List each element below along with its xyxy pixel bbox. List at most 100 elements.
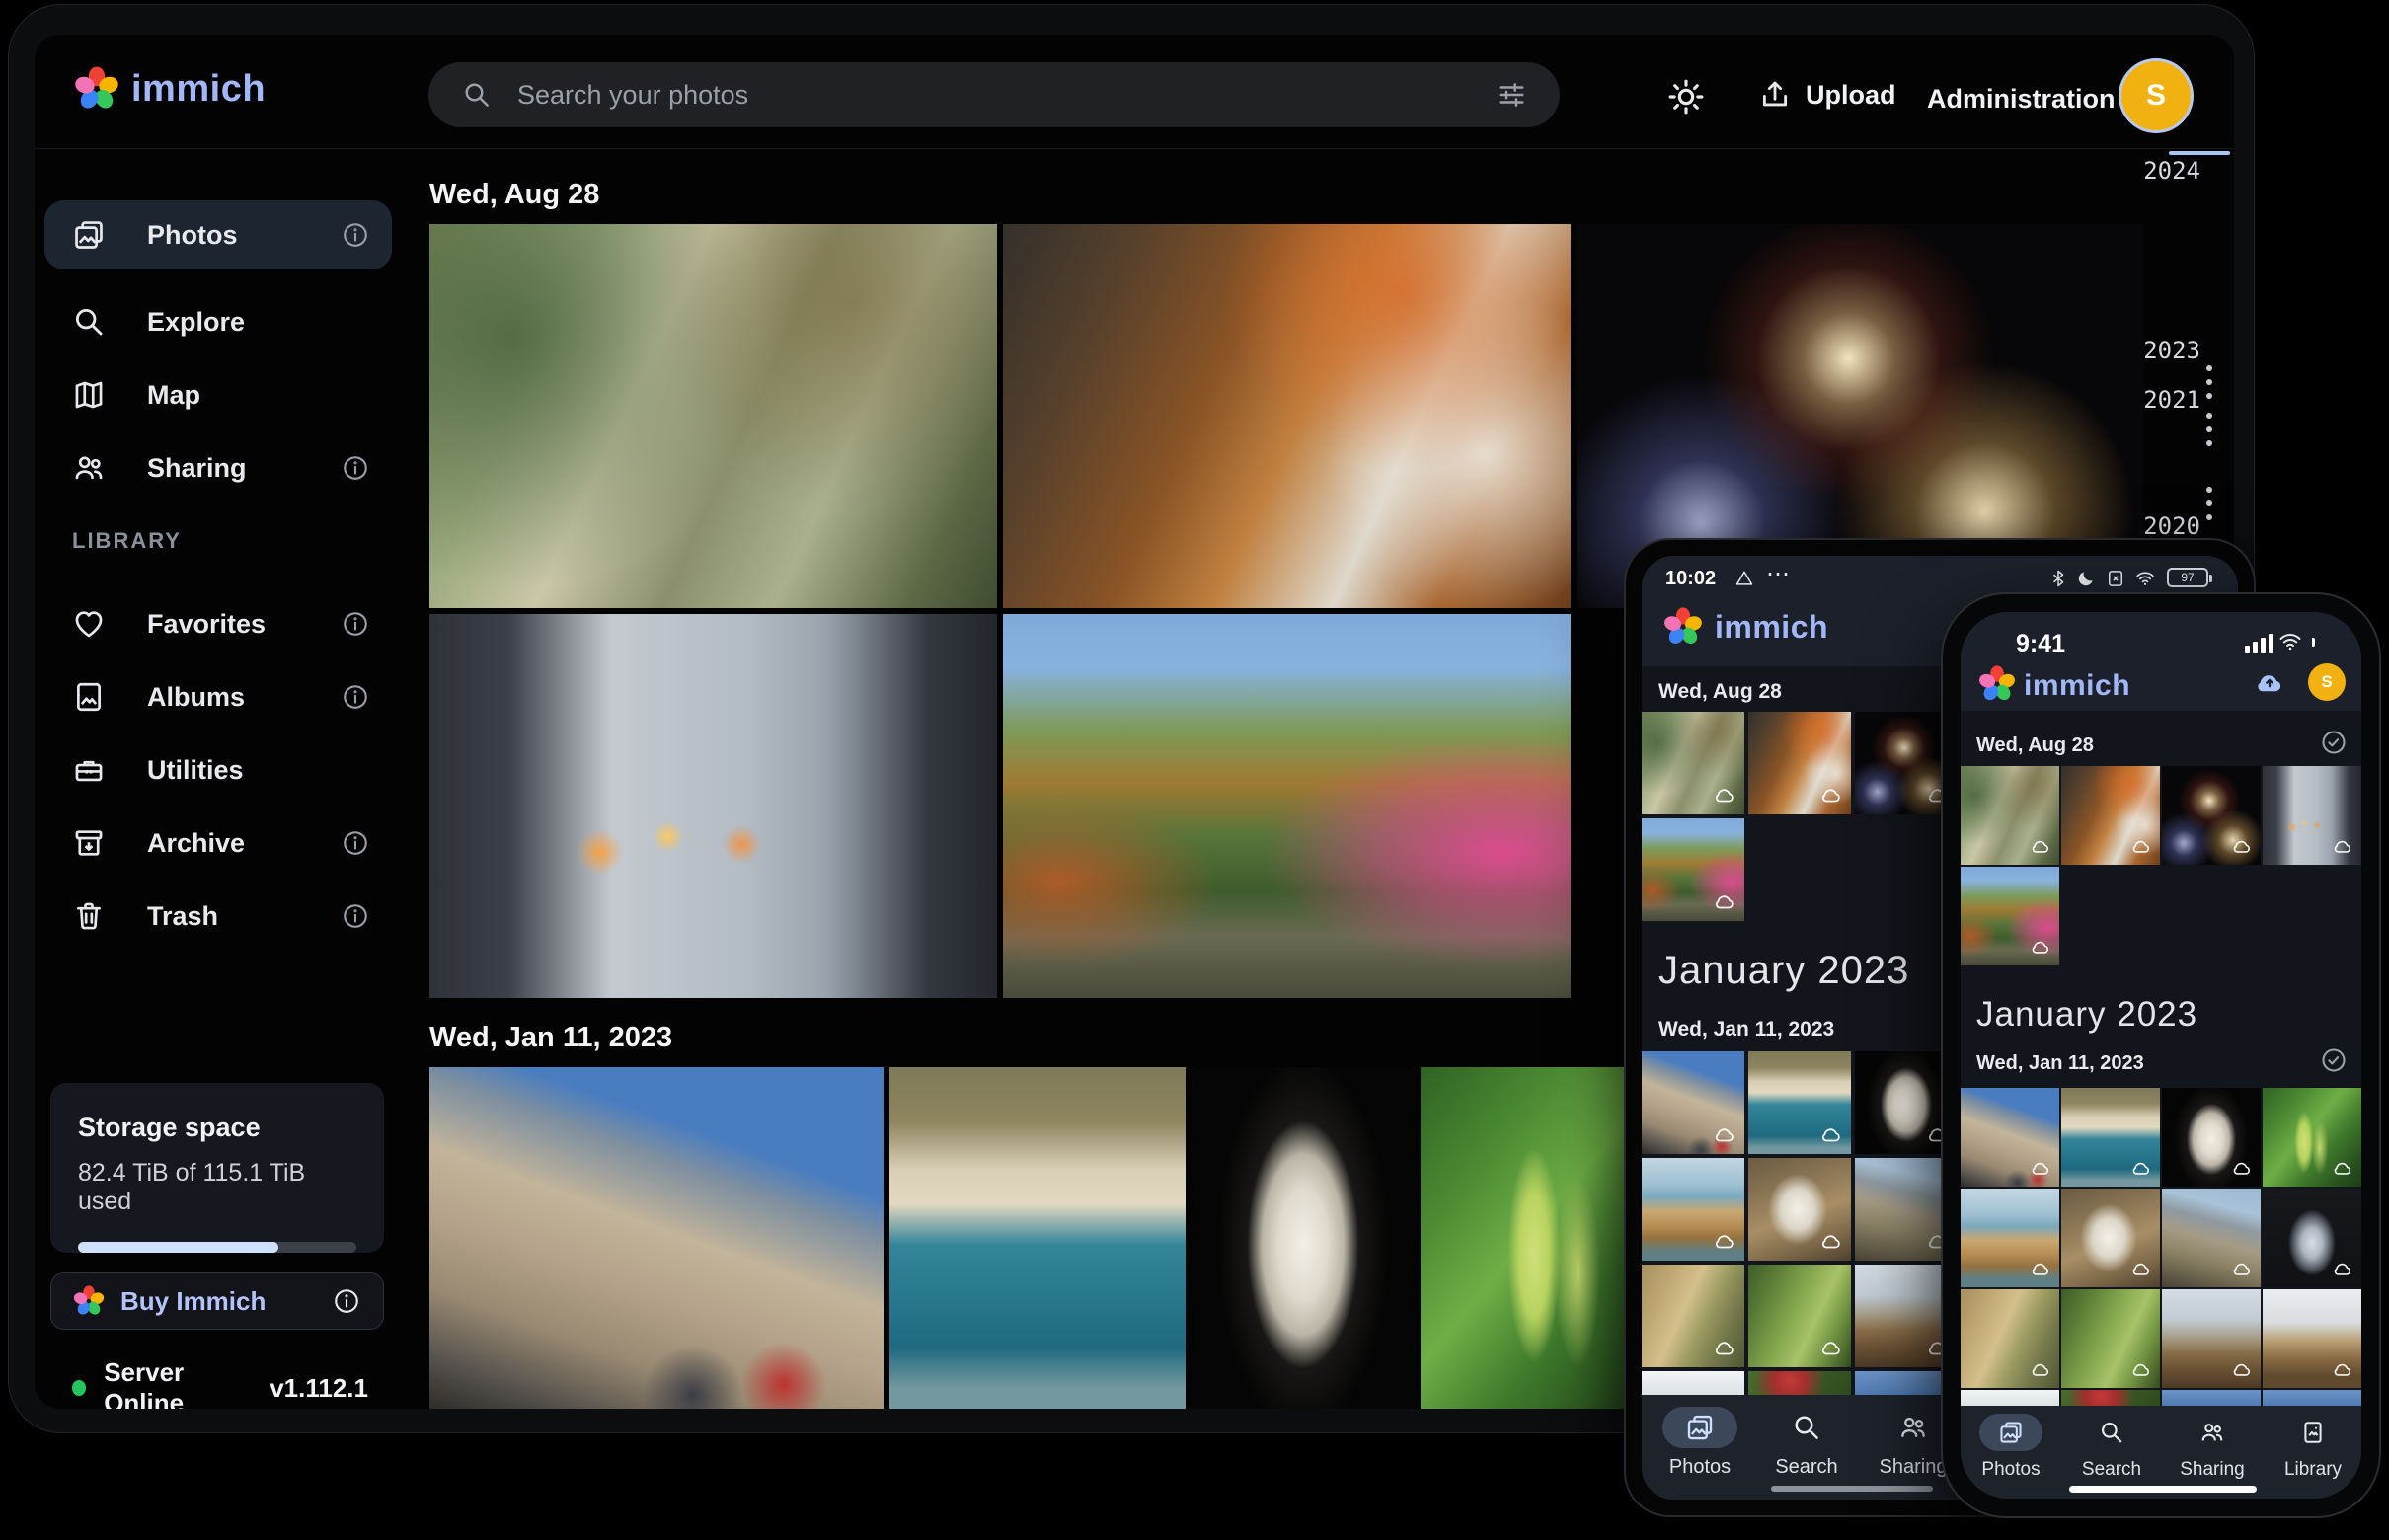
search-bar[interactable] [428, 62, 1560, 127]
timeline-tick [2206, 440, 2212, 446]
explore-icon [72, 305, 106, 339]
sidebar-item-sharing[interactable]: Sharing [44, 433, 392, 502]
date-header-jan11: Wed, Jan 11, 2023 [429, 1022, 672, 1054]
storage-space-card: Storage space 82.4 TiB of 115.1 TiB used [50, 1083, 384, 1253]
sidebar-item-photos[interactable]: Photos [44, 200, 392, 270]
sidebar-item-explore[interactable]: Explore [44, 287, 392, 356]
thumb-holding-hands[interactable] [2263, 766, 2361, 865]
thumb-lizard-moss[interactable] [1748, 1265, 1851, 1367]
thumb-alpine-farm[interactable] [2263, 1289, 2361, 1388]
immich-flower-icon [1978, 665, 2016, 703]
sidebar-item-trash[interactable]: Trash [44, 882, 392, 951]
photo-holding-hands[interactable] [429, 614, 997, 998]
thumb-lizard-moss[interactable] [2061, 1289, 2160, 1388]
search-input[interactable] [517, 80, 1471, 111]
user-avatar[interactable]: S [2121, 61, 2191, 130]
thumb-castle-ruin[interactable] [2162, 1189, 2261, 1287]
thumb-partial[interactable] [1748, 1371, 1851, 1395]
thumb-fort-walls[interactable] [1961, 1088, 2059, 1187]
phone-nav-search[interactable]: Search [2057, 1414, 2166, 1481]
top-bar: immich Upload Administration S [35, 35, 2234, 149]
timeline-scrubber-indicator[interactable] [2169, 151, 2230, 155]
info-icon[interactable] [341, 901, 370, 931]
wifi-icon [2135, 569, 2155, 588]
thumb-winter-church[interactable] [2162, 1289, 2261, 1388]
thumb-lizard-rock[interactable] [1961, 1289, 2059, 1388]
timeline-year-2020[interactable]: 2020 [2141, 512, 2200, 540]
info-icon[interactable] [341, 828, 370, 858]
photo-fort-by-sea[interactable] [889, 1067, 1186, 1409]
sidebar-item-utilities[interactable]: Utilities [44, 735, 392, 805]
thumb-zoo-monkeys[interactable] [1642, 712, 1744, 814]
thumb-beach-cliff[interactable] [1961, 1189, 2059, 1287]
selected-nav-pill [1662, 1407, 1737, 1448]
user-avatar[interactable]: S [2308, 663, 2346, 701]
cloud-sync-icon [2130, 1258, 2152, 1279]
info-icon[interactable] [341, 609, 370, 639]
storage-progress-fill [78, 1242, 278, 1253]
thumb-partial[interactable] [2061, 1390, 2160, 1406]
sidebar-item-favorites[interactable]: Favorites [44, 589, 392, 658]
thumb-fort-by-sea[interactable] [2061, 1088, 2160, 1187]
sidebar-item-albums[interactable]: Albums [44, 662, 392, 732]
thumb-silver-stand[interactable] [2263, 1189, 2361, 1287]
tablet-nav-search[interactable]: Search [1752, 1407, 1861, 1479]
info-icon[interactable] [341, 682, 370, 712]
thumb-fort-walls[interactable] [1642, 1051, 1744, 1154]
cloud-sync-icon [2030, 1358, 2051, 1380]
thumb-partial[interactable] [1961, 1390, 2059, 1406]
administration-link[interactable]: Administration [1927, 84, 2116, 115]
cloud-sync-icon [1713, 889, 1736, 913]
timeline-tick [2206, 365, 2212, 371]
cloud-sync-icon [2231, 835, 2253, 857]
phone-date-header-jan11: Wed, Jan 11, 2023 [1976, 1052, 2144, 1075]
thumb-partial[interactable] [1642, 1371, 1744, 1395]
timeline-year-2021[interactable]: 2021 [2141, 386, 2200, 414]
tablet-nav-photos[interactable]: Photos [1646, 1407, 1754, 1479]
thumb-fireworks[interactable] [2162, 766, 2261, 865]
thumb-dinner-table[interactable] [1748, 712, 1851, 814]
phone-nav-library[interactable]: Library [2259, 1414, 2361, 1481]
photo-autumn-park[interactable] [1003, 614, 1571, 998]
upload-button[interactable]: Upload [1758, 78, 1896, 112]
phone-nav-sharing[interactable]: Sharing [2158, 1414, 2267, 1481]
thumb-autumn-park[interactable] [1642, 818, 1744, 921]
select-all-icon[interactable] [2320, 729, 2348, 756]
photos-icon [72, 218, 106, 252]
sidebar-item-archive[interactable]: Archive [44, 808, 392, 878]
thumb-marble-sculpture[interactable] [2162, 1088, 2261, 1187]
dnd-moon-icon [2076, 569, 2096, 588]
photo-zoo-monkeys[interactable] [429, 224, 997, 608]
info-icon[interactable] [341, 220, 370, 250]
archive-icon [72, 826, 106, 860]
cloud-backup-icon[interactable] [2253, 665, 2286, 699]
buy-immich-button[interactable]: Buy Immich [50, 1272, 384, 1330]
sidebar-item-map[interactable]: Map [44, 360, 392, 429]
photo-dinner-table[interactable] [1003, 224, 1571, 608]
info-icon[interactable] [341, 453, 370, 483]
info-icon[interactable] [332, 1286, 361, 1316]
thumb-stone-bust[interactable] [1748, 1158, 1851, 1261]
search-filters-icon[interactable] [1497, 80, 1526, 110]
photo-marble-sculpture[interactable] [1192, 1067, 1415, 1409]
thumb-lizard-rock[interactable] [1642, 1265, 1744, 1367]
thumb-stone-bust[interactable] [2061, 1189, 2160, 1287]
theme-toggle-button[interactable] [1667, 78, 1705, 116]
thumb-zoo-monkeys[interactable] [1961, 766, 2059, 865]
thumb-dinner-table[interactable] [2061, 766, 2160, 865]
timeline-year-2023[interactable]: 2023 [2141, 337, 2200, 364]
phone-nav-photos[interactable]: Photos [1961, 1414, 2065, 1481]
thumb-partial[interactable] [2162, 1390, 2261, 1406]
timeline-year-2024[interactable]: 2024 [2141, 157, 2200, 185]
cloud-sync-icon [2030, 835, 2051, 857]
thumb-fort-by-sea[interactable] [1748, 1051, 1851, 1154]
phone-date-header-aug28: Wed, Aug 28 [1976, 734, 2094, 757]
select-all-icon[interactable] [2320, 1046, 2348, 1074]
thumb-beach-cliff[interactable] [1642, 1158, 1744, 1261]
cloud-sync-icon [2231, 1358, 2253, 1380]
thumb-autumn-park[interactable] [1961, 867, 2059, 965]
photo-fort-walls[interactable] [429, 1067, 884, 1409]
thumb-partial[interactable] [2263, 1390, 2361, 1406]
thumb-sea-grapes[interactable] [2263, 1088, 2361, 1187]
phone-screen: 9:41 immich S Wed, Aug 28 January 2023 W… [1961, 612, 2361, 1499]
